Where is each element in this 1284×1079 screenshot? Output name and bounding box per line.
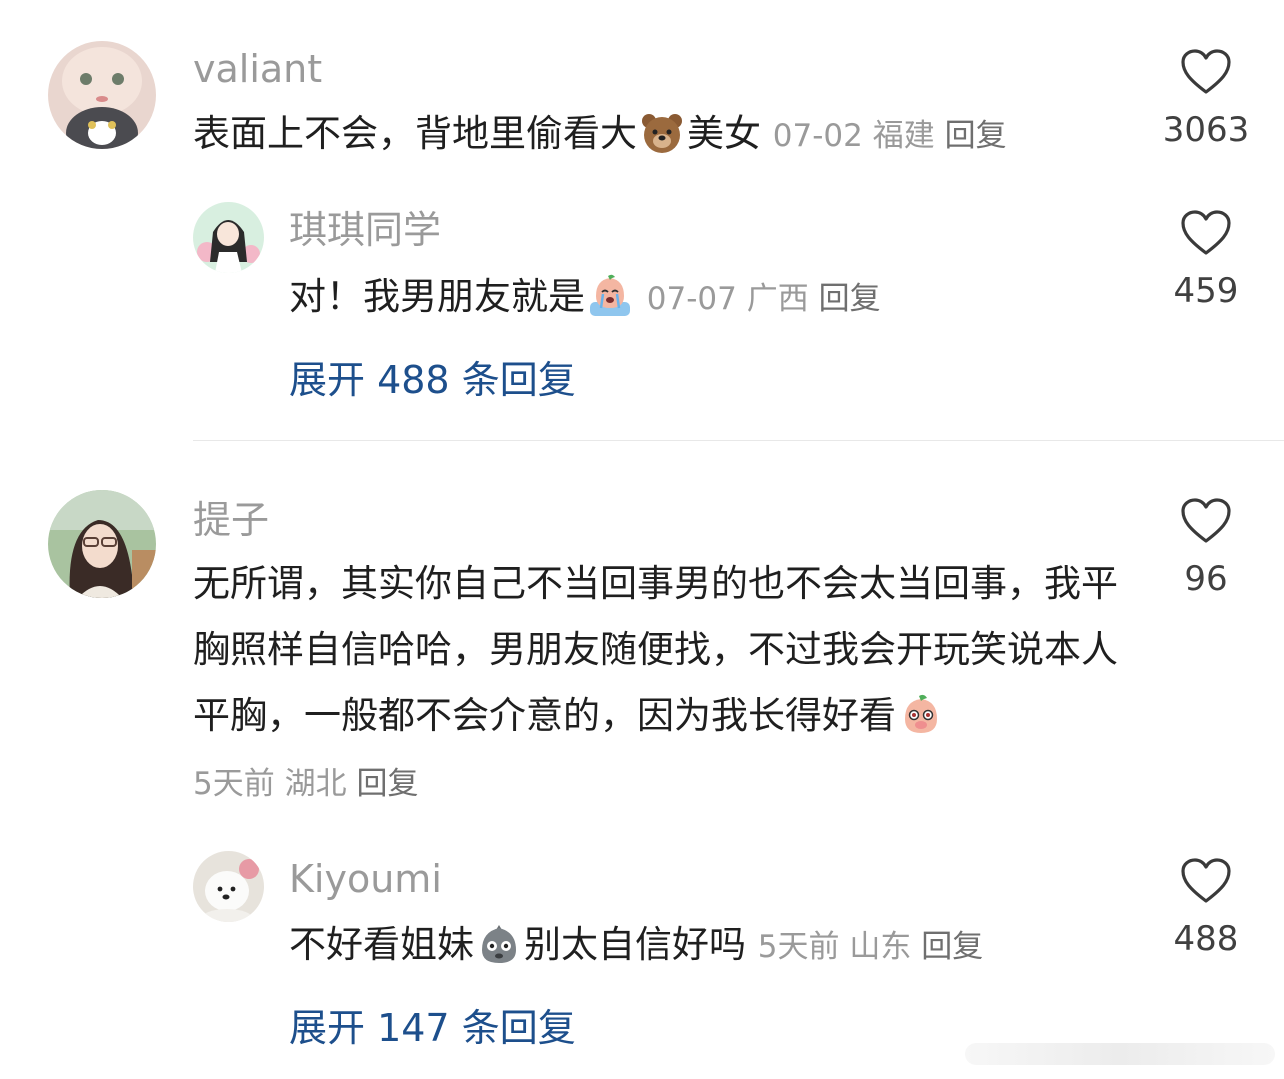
reply-button[interactable]: 回复 (921, 929, 983, 965)
avatar[interactable] (193, 202, 264, 273)
reply-username[interactable]: Kiyoumi (289, 857, 442, 901)
comment-text: 表面上不会，背地里偷看大 美女 07-02 福建 回复 (193, 101, 1143, 169)
comment-text-before: 无所谓，其实你自己不当回事男的也不会太当回事，我平胸照样自信哈哈，男朋友随便找，… (193, 562, 1118, 737)
reply-button[interactable]: 回复 (945, 118, 1007, 154)
reply-text: 对！我男朋友就是 07-07 广西 回复 (289, 264, 1139, 332)
like-button[interactable]: 459 (1146, 209, 1266, 311)
like-count: 96 (1184, 559, 1228, 599)
comment-text: 无所谓，其实你自己不当回事男的也不会太当回事，我平胸照样自信哈哈，男朋友随便找，… (193, 551, 1118, 817)
reply-username[interactable]: 琪琪同学 (289, 208, 441, 252)
reply-text-before: 不好看姐妹 (289, 923, 474, 966)
gray-blob-emoji-icon (477, 922, 521, 966)
comment-date: 07-02 (772, 118, 863, 154)
avatar[interactable] (48, 41, 156, 149)
bear-emoji-icon (640, 111, 684, 155)
reply-date: 07-07 (646, 281, 737, 317)
comment-location: 湖北 (284, 766, 347, 802)
divider (193, 440, 1284, 441)
comment-location: 福建 (872, 118, 935, 154)
reply-text: 不好看姐妹 别太自信好吗 5天前 山东 回复 (289, 912, 1139, 980)
reply-date: 5天前 (757, 929, 840, 965)
like-button[interactable]: 3063 (1146, 48, 1266, 150)
reply-button[interactable]: 回复 (819, 281, 881, 317)
reply-meta: 07-07 广西 回复 (647, 281, 881, 317)
reply-text-before: 对！我男朋友就是 (289, 275, 585, 318)
comment-meta: 5天前 湖北 回复 (193, 766, 418, 802)
heart-outline-icon (1181, 498, 1231, 543)
like-button[interactable]: 488 (1146, 857, 1266, 959)
expand-replies-link[interactable]: 展开 488 条回复 (289, 358, 576, 402)
heart-outline-icon (1181, 210, 1231, 255)
reply-text-after: 别太自信好吗 (524, 923, 746, 966)
expand-replies-link[interactable]: 展开 147 条回复 (289, 1006, 576, 1050)
reply-meta: 5天前 山东 回复 (758, 929, 983, 965)
comment-meta: 07-02 福建 回复 (773, 118, 1007, 154)
like-count: 459 (1173, 271, 1239, 311)
shy-peach-emoji-icon (899, 693, 943, 737)
crying-peach-emoji-icon (588, 274, 632, 318)
reply-button[interactable]: 回复 (356, 766, 418, 802)
like-count: 3063 (1162, 110, 1250, 150)
comment-username[interactable]: valiant (193, 47, 322, 91)
watermark (965, 1043, 1275, 1065)
heart-outline-icon (1181, 858, 1231, 903)
reply-location: 山东 (849, 929, 912, 965)
reply-location: 广西 (746, 281, 809, 317)
like-button[interactable]: 96 (1146, 497, 1266, 599)
comment-date: 5天前 (193, 766, 275, 802)
like-count: 488 (1173, 919, 1239, 959)
comment-text-after: 美女 (687, 112, 761, 155)
avatar[interactable] (193, 851, 264, 922)
comment-text-before: 表面上不会，背地里偷看大 (193, 112, 637, 155)
avatar[interactable] (48, 490, 156, 598)
heart-outline-icon (1181, 49, 1231, 94)
comment-username[interactable]: 提子 (193, 498, 269, 542)
